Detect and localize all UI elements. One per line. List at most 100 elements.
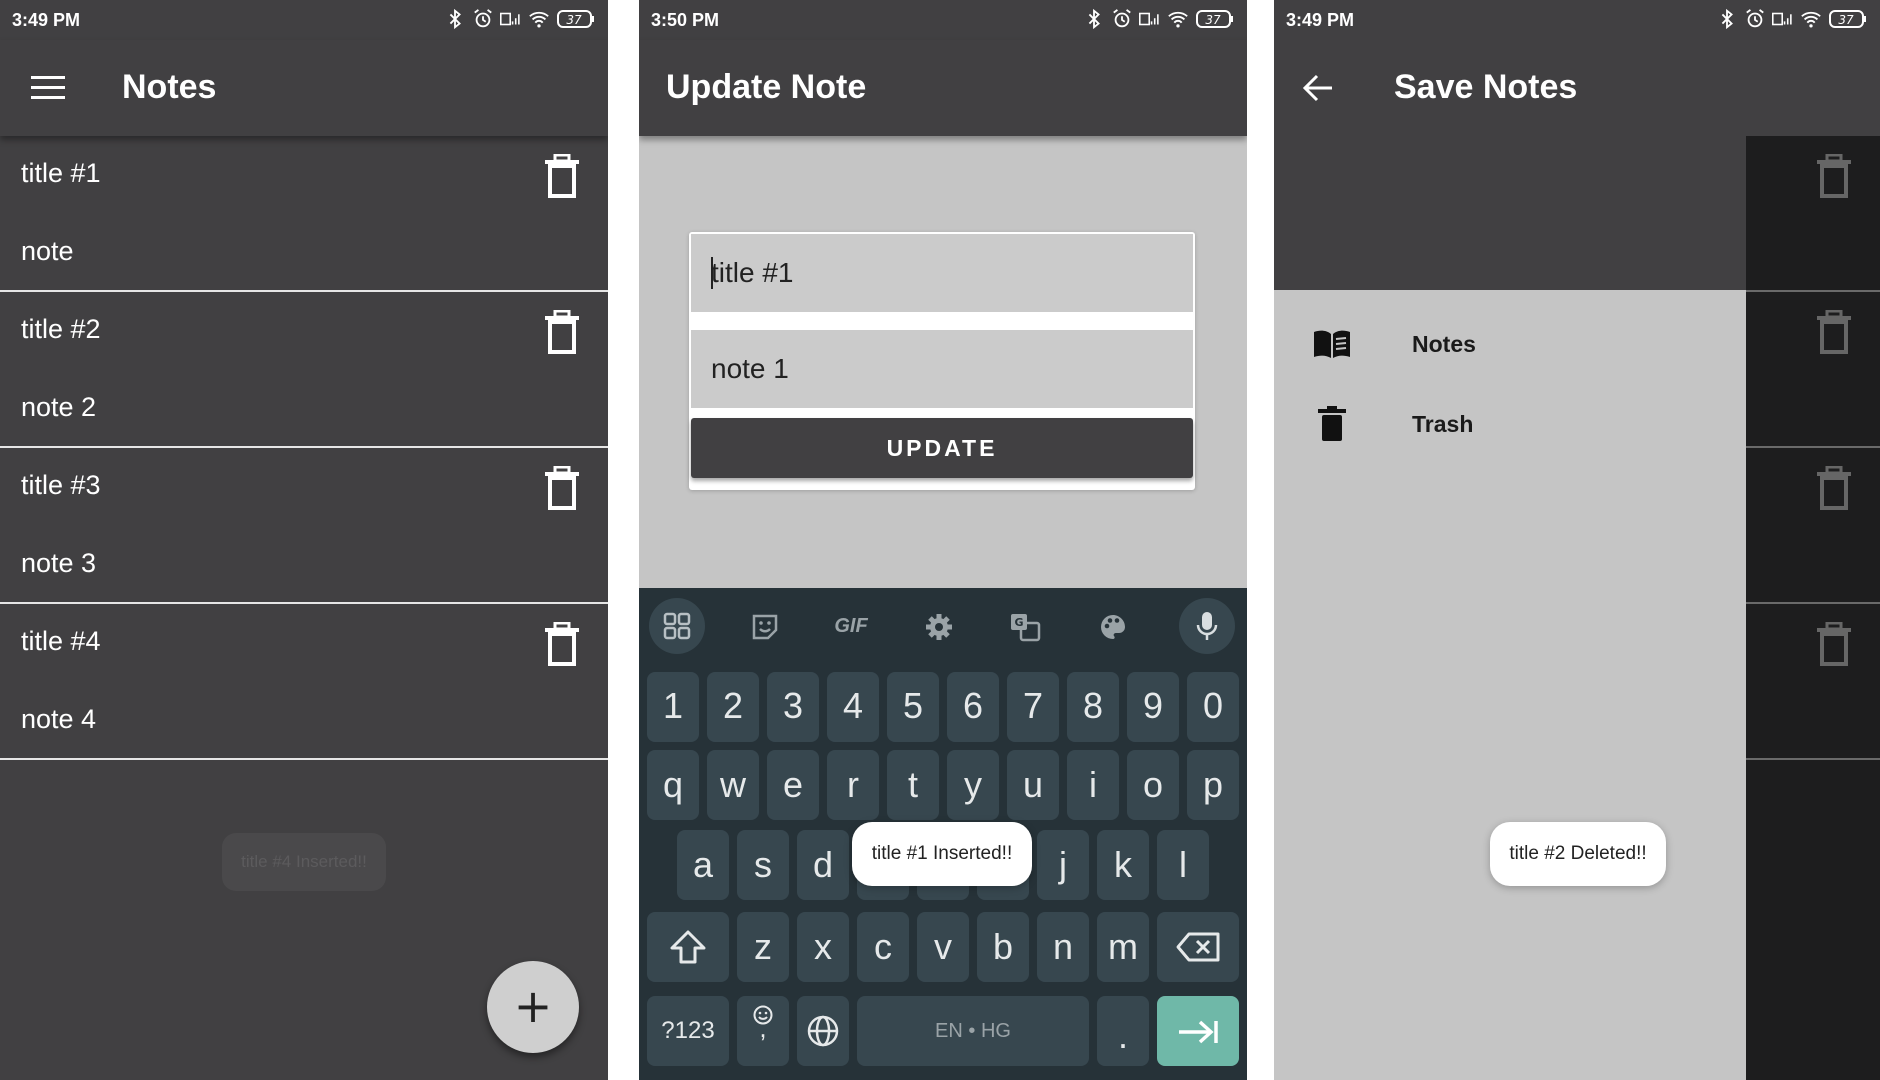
note-body: note [21, 236, 74, 266]
key-7[interactable]: 7 [1007, 672, 1059, 742]
wifi-icon [529, 11, 549, 28]
space-key[interactable]: EN • HG [857, 996, 1089, 1066]
key-k[interactable]: k [1097, 830, 1149, 900]
keyboard-settings-button[interactable] [911, 598, 967, 654]
page-title: Update Note [666, 68, 867, 106]
bluetooth-icon [1721, 8, 1733, 30]
toast-message: title #4 Inserted!! [222, 833, 386, 891]
key-4[interactable]: 4 [827, 672, 879, 742]
background-scrim[interactable] [1746, 40, 1880, 1080]
title-input[interactable]: title #1 [691, 234, 1193, 312]
page-title: Notes [122, 68, 217, 106]
battery-level: 37 [1838, 13, 1854, 27]
list-item[interactable]: title #2 note 2 [0, 292, 608, 448]
key-x[interactable]: x [797, 912, 849, 982]
list-item[interactable]: title #1 note [0, 136, 608, 292]
key-9[interactable]: 9 [1127, 672, 1179, 742]
emoji-comma-key[interactable]: , [737, 996, 789, 1066]
key-b[interactable]: b [977, 912, 1029, 982]
key-p[interactable]: p [1187, 750, 1239, 820]
key-8[interactable]: 8 [1067, 672, 1119, 742]
key-t[interactable]: t [887, 750, 939, 820]
key-3[interactable]: 3 [767, 672, 819, 742]
battery-icon: 37 [557, 10, 594, 28]
symbols-key[interactable]: ?123 [647, 996, 729, 1066]
key-n[interactable]: n [1037, 912, 1089, 982]
app-bar: Notes [0, 40, 608, 136]
update-button[interactable]: UPDATE [691, 418, 1193, 478]
signal-icon [1139, 12, 1159, 26]
back-arrow-icon[interactable] [1302, 73, 1334, 103]
toast-message: title #2 Deleted!! [1490, 822, 1666, 886]
tab-arrow-icon [1179, 1020, 1218, 1044]
keyboard-apps-button[interactable] [649, 598, 705, 654]
key-6[interactable]: 6 [947, 672, 999, 742]
status-time: 3:50 PM [651, 10, 720, 30]
translate-button[interactable]: G [997, 598, 1053, 654]
note-title: title #2 [21, 314, 101, 344]
sticker-button[interactable] [737, 598, 793, 654]
key-0[interactable]: 0 [1187, 672, 1239, 742]
key-i[interactable]: i [1067, 750, 1119, 820]
drawer-item-label: Notes [1412, 330, 1476, 357]
delete-icon [1817, 466, 1851, 510]
key-a[interactable]: a [677, 830, 729, 900]
menu-icon[interactable] [31, 74, 65, 102]
svg-text:G: G [1014, 616, 1023, 629]
key-o[interactable]: o [1127, 750, 1179, 820]
status-icons: 37 [1083, 8, 1235, 30]
key-l[interactable]: l [1157, 830, 1209, 900]
next-key[interactable] [1157, 996, 1239, 1066]
list-item[interactable]: title #3 note 3 [0, 448, 608, 604]
key-d[interactable]: d [797, 830, 849, 900]
alarm-icon [474, 9, 492, 28]
wifi-icon [1801, 11, 1821, 28]
key-1[interactable]: 1 [647, 672, 699, 742]
note-input[interactable]: note 1 [691, 330, 1193, 408]
key-2[interactable]: 2 [707, 672, 759, 742]
key-q[interactable]: q [647, 750, 699, 820]
theme-button[interactable] [1085, 598, 1141, 654]
key-s[interactable]: s [737, 830, 789, 900]
key-u[interactable]: u [1007, 750, 1059, 820]
key-v[interactable]: v [917, 912, 969, 982]
drawer-item-notes[interactable]: Notes [1312, 324, 1476, 364]
key-m[interactable]: m [1097, 912, 1149, 982]
key-j[interactable]: j [1037, 830, 1089, 900]
status-time: 3:49 PM [1286, 10, 1355, 30]
backspace-key[interactable] [1157, 912, 1239, 982]
key-c[interactable]: c [857, 912, 909, 982]
period-key[interactable]: . [1097, 996, 1149, 1066]
key-z[interactable]: z [737, 912, 789, 982]
key-w[interactable]: w [707, 750, 759, 820]
palette-icon [1101, 615, 1125, 639]
add-note-button[interactable]: + [487, 961, 579, 1053]
language-key[interactable] [797, 996, 849, 1066]
list-divider [1746, 290, 1880, 292]
delete-icon[interactable] [542, 466, 582, 510]
signal-icon [1772, 12, 1792, 26]
note-title: title #3 [21, 470, 101, 500]
app-bar: Update Note [639, 40, 1247, 136]
wifi-icon [1168, 11, 1188, 28]
navigation-drawer: Notes Trash [1274, 290, 1746, 1080]
gif-button[interactable]: GIF [823, 598, 879, 654]
battery-icon: 37 [1829, 10, 1866, 28]
voice-input-button[interactable] [1179, 598, 1235, 654]
key-r[interactable]: r [827, 750, 879, 820]
bluetooth-icon [1088, 8, 1100, 30]
drawer-header [1274, 136, 1746, 290]
delete-icon[interactable] [542, 154, 582, 198]
key-e[interactable]: e [767, 750, 819, 820]
backspace-icon [1176, 932, 1220, 962]
list-item[interactable]: title #4 note 4 [0, 604, 608, 760]
delete-icon[interactable] [542, 622, 582, 666]
page-title: Save Notes [1394, 68, 1578, 106]
shift-key[interactable] [647, 912, 729, 982]
drawer-item-trash[interactable]: Trash [1312, 404, 1473, 444]
title-input-value: title #1 [711, 257, 794, 288]
battery-level: 37 [1205, 13, 1221, 27]
key-5[interactable]: 5 [887, 672, 939, 742]
key-y[interactable]: y [947, 750, 999, 820]
delete-icon[interactable] [542, 310, 582, 354]
